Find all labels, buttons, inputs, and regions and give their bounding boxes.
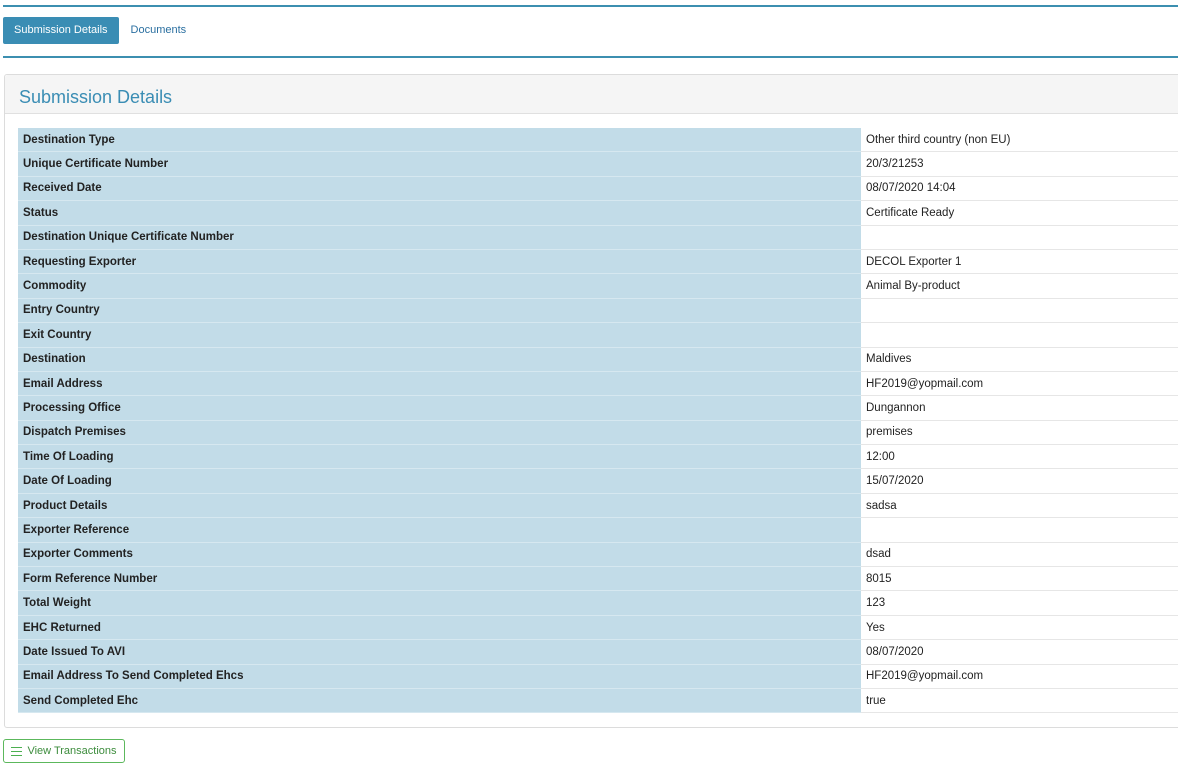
detail-label: Total Weight [18, 590, 861, 616]
detail-label: Status [18, 200, 861, 226]
detail-value: dsad [861, 542, 1178, 568]
detail-value: 08/07/2020 14:04 [861, 176, 1178, 202]
tab-bar: Submission Details Documents [3, 17, 197, 44]
view-transactions-button[interactable]: View Transactions [3, 739, 125, 763]
detail-value: DECOL Exporter 1 [861, 249, 1178, 275]
table-row: Commodity Animal By-product [18, 273, 1178, 299]
detail-value: Other third country (non EU) [861, 128, 1178, 153]
detail-value: 20/3/21253 [861, 151, 1178, 177]
tab-submission-details[interactable]: Submission Details [3, 17, 119, 44]
detail-value [861, 225, 1178, 250]
tab-documents[interactable]: Documents [120, 17, 198, 44]
details-table: Destination Type Other third country (non… [18, 128, 1178, 714]
table-row: Form Reference Number 8015 [18, 566, 1178, 592]
tab-bar-divider [3, 56, 1178, 58]
table-row: Dispatch Premises premises [18, 420, 1178, 446]
view-transactions-label: View Transactions [27, 745, 117, 757]
detail-label: Email Address To Send Completed Ehcs [18, 664, 861, 689]
detail-label: Date Of Loading [18, 468, 861, 494]
table-row: Exporter Reference [18, 517, 1178, 543]
detail-label: Destination [18, 347, 861, 372]
detail-value: Yes [861, 615, 1178, 641]
detail-value: 123 [861, 590, 1178, 616]
detail-label: Commodity [18, 273, 861, 299]
detail-label: Destination Unique Certificate Number [18, 225, 861, 250]
detail-value: 12:00 [861, 444, 1178, 470]
table-row: Send Completed Ehc true [18, 688, 1178, 714]
detail-value: premises [861, 420, 1178, 446]
detail-value: sadsa [861, 493, 1178, 519]
panel-title: Submission Details [19, 87, 173, 107]
detail-value: 08/07/2020 [861, 639, 1178, 665]
detail-value: HF2019@yopmail.com [861, 371, 1178, 397]
table-row: Requesting Exporter DECOL Exporter 1 [18, 249, 1178, 275]
detail-value [861, 298, 1178, 324]
detail-label: Form Reference Number [18, 566, 861, 592]
table-row: Time Of Loading 12:00 [18, 444, 1178, 470]
detail-label: Exporter Comments [18, 542, 861, 568]
detail-label: Product Details [18, 493, 861, 519]
detail-value: 15/07/2020 [861, 468, 1178, 494]
detail-label: Email Address [18, 371, 861, 397]
detail-label: EHC Returned [18, 615, 861, 641]
table-row: Destination Unique Certificate Number [18, 225, 1178, 250]
table-row: Product Details sadsa [18, 493, 1178, 519]
list-icon [11, 746, 23, 756]
table-row: Exit Country [18, 322, 1178, 348]
panel-heading: Submission Details [5, 75, 1178, 114]
detail-label: Received Date [18, 176, 861, 202]
table-row: Destination Type Other third country (non… [18, 128, 1178, 153]
detail-label: Destination Type [18, 128, 861, 153]
table-row: Total Weight 123 [18, 590, 1178, 616]
table-row: Email Address HF2019@yopmail.com [18, 371, 1178, 397]
top-divider [3, 5, 1178, 7]
detail-label: Entry Country [18, 298, 861, 324]
table-row: Received Date 08/07/2020 14:04 [18, 176, 1178, 202]
detail-value: true [861, 688, 1178, 714]
detail-value [861, 517, 1178, 543]
table-row: Processing Office Dungannon [18, 395, 1178, 421]
table-row: Exporter Comments dsad [18, 542, 1178, 568]
table-row: Email Address To Send Completed Ehcs HF20… [18, 664, 1178, 689]
detail-label: Requesting Exporter [18, 249, 861, 275]
detail-value: Maldives [861, 347, 1178, 372]
detail-value: HF2019@yopmail.com [861, 664, 1178, 689]
table-row: Status Certificate Ready [18, 200, 1178, 226]
detail-value [861, 322, 1178, 348]
detail-label: Unique Certificate Number [18, 151, 861, 177]
detail-value: Dungannon [861, 395, 1178, 421]
detail-label: Processing Office [18, 395, 861, 421]
table-row: Date Of Loading 15/07/2020 [18, 468, 1178, 494]
table-row: Date Issued To AVI 08/07/2020 [18, 639, 1178, 665]
table-row: Unique Certificate Number 20/3/21253 [18, 151, 1178, 177]
detail-label: Time Of Loading [18, 444, 861, 470]
detail-value: 8015 [861, 566, 1178, 592]
detail-label: Dispatch Premises [18, 420, 861, 446]
table-row: EHC Returned Yes [18, 615, 1178, 641]
submission-details-panel: Submission Details Destination Type Other… [4, 74, 1178, 728]
table-row: Entry Country [18, 298, 1178, 324]
table-row: Destination Maldives [18, 347, 1178, 372]
detail-label: Exporter Reference [18, 517, 861, 543]
detail-label: Date Issued To AVI [18, 639, 861, 665]
detail-value: Certificate Ready [861, 200, 1178, 226]
detail-label: Send Completed Ehc [18, 688, 861, 714]
detail-label: Exit Country [18, 322, 861, 348]
detail-value: Animal By-product [861, 273, 1178, 299]
